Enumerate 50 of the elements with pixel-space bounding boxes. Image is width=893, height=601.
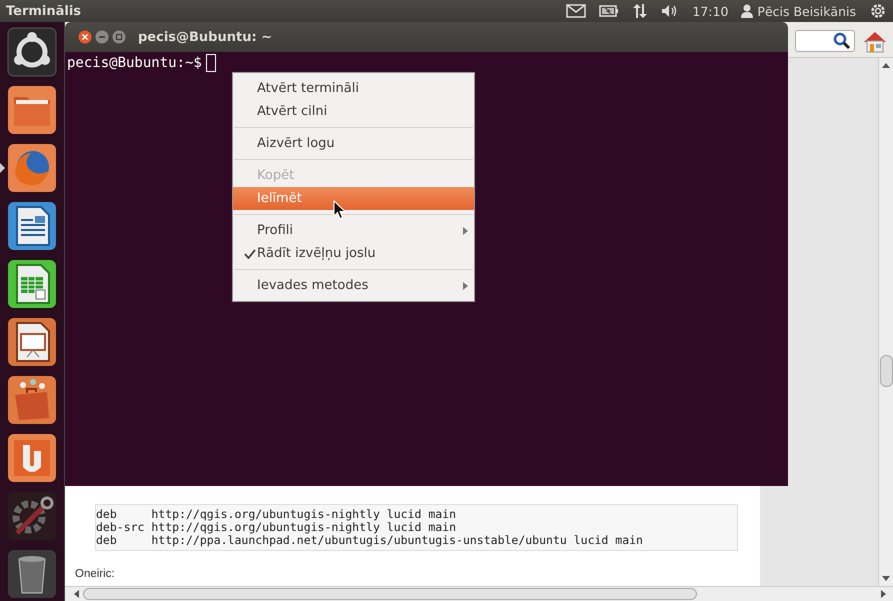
scroll-down-icon[interactable] — [882, 576, 890, 582]
close-icon[interactable] — [78, 30, 92, 44]
menu-item[interactable]: Rādīt izvēļņu joslu — [233, 242, 474, 265]
maximize-icon[interactable] — [112, 30, 126, 44]
shell-prompt: pecis@Bubuntu:~$ — [67, 55, 202, 71]
menu-item[interactable]: Ievades metodes — [233, 274, 474, 297]
globe-icon[interactable] — [7, 143, 57, 193]
checkmark-icon — [244, 248, 256, 258]
clock[interactable]: 17:10 — [692, 4, 728, 18]
u-logo-icon[interactable] — [7, 433, 57, 483]
submenu-arrow-icon — [463, 282, 468, 290]
mail-icon[interactable] — [566, 4, 586, 18]
scrollbar-thumb[interactable] — [880, 355, 892, 387]
settings-icon[interactable] — [7, 491, 57, 541]
code-line: deb http://ppa.launchpad.net/ubuntugis/ubuntugis-unstable/ubuntu lucid main — [96, 534, 644, 547]
submenu-arrow-icon — [463, 226, 468, 234]
mouse-pointer-icon — [333, 200, 346, 220]
horizontal-scrollbar[interactable] — [65, 586, 893, 601]
spreadsheet-icon[interactable] — [7, 259, 57, 309]
menu-item[interactable]: Atvērt termināli — [233, 77, 474, 100]
vertical-scrollbar[interactable] — [878, 58, 893, 586]
scroll-up-icon[interactable] — [882, 62, 890, 68]
scroll-right-icon[interactable] — [881, 590, 887, 598]
presentation-icon[interactable] — [7, 317, 57, 367]
document-icon[interactable] — [7, 201, 57, 251]
minimize-icon[interactable] — [95, 30, 109, 44]
gear-icon[interactable] — [869, 2, 887, 20]
menu-item[interactable]: Profili — [233, 219, 474, 242]
app-title: Terminālis — [6, 4, 82, 18]
trash-icon[interactable] — [7, 549, 57, 599]
network-icon[interactable] — [632, 3, 648, 19]
window-title: pecis@Bubuntu: ~ — [138, 30, 272, 44]
menu-item[interactable]: Aizvērt logu — [233, 132, 474, 155]
running-indicator-icon — [0, 163, 5, 173]
section-label: Oneiric: — [75, 568, 116, 580]
scrollbar-thumb[interactable] — [83, 588, 697, 600]
shopping-bag-icon[interactable] — [7, 375, 57, 425]
code-line: deb http://qgis.org/ubuntugis-nightly lucid main — [96, 508, 458, 521]
folder-icon[interactable] — [7, 85, 57, 135]
search-field[interactable] — [795, 30, 855, 52]
code-line: deb-src http://qgis.org/ubuntugis-nightly lucid main — [96, 521, 458, 534]
search-icon[interactable] — [833, 32, 851, 50]
menu-item[interactable]: Atvērt cilni — [233, 100, 474, 123]
battery-icon[interactable] — [599, 5, 620, 17]
dash-icon[interactable] — [7, 27, 57, 77]
home-icon[interactable] — [863, 30, 887, 54]
scroll-left-icon[interactable] — [73, 590, 79, 598]
user-icon[interactable] — [741, 4, 754, 18]
user-name[interactable]: Pēcis Beisikānis — [757, 4, 856, 18]
text-cursor — [206, 54, 216, 72]
